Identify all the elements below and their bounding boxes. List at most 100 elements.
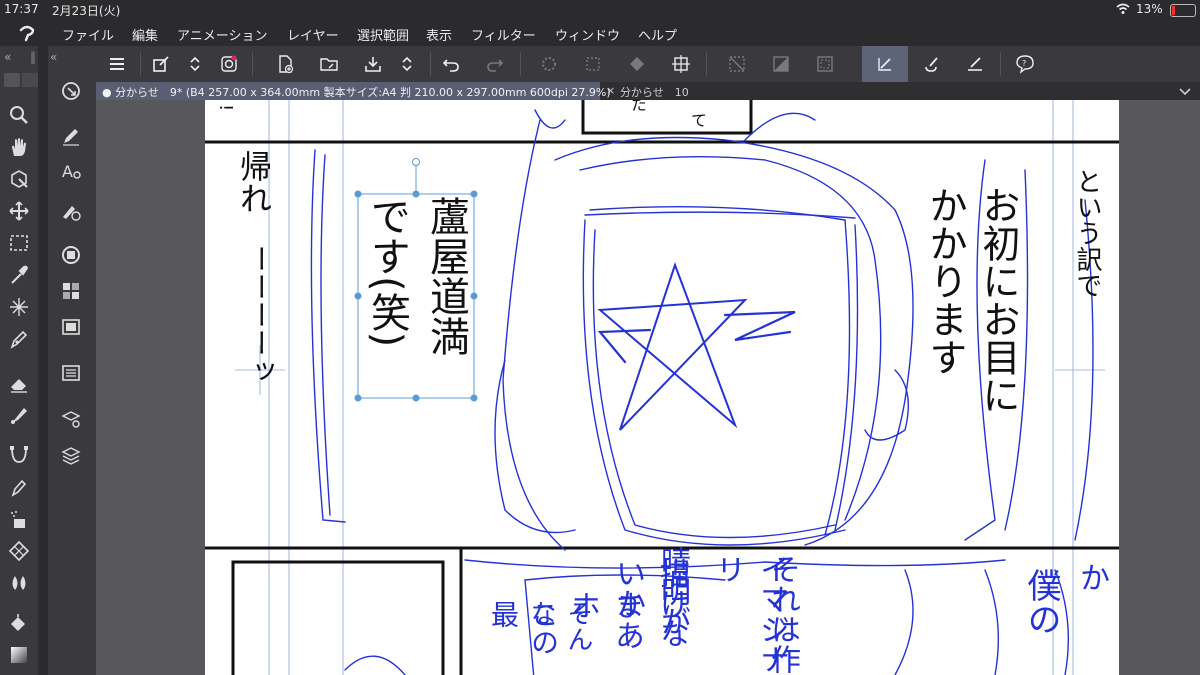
toolbar-divider [706, 52, 707, 76]
menu-filter[interactable]: フィルター [471, 25, 536, 44]
menu-file[interactable]: ファイル [62, 25, 114, 44]
auto-select-tool-icon[interactable] [8, 296, 30, 318]
brush-size-icon[interactable] [60, 124, 82, 146]
svg-text:?: ? [1022, 59, 1026, 68]
zoom-tool-icon[interactable] [8, 104, 30, 126]
command-toolbar: ? [96, 46, 1200, 82]
tab-document-9[interactable]: ● 分からせ 9* (B4 257.00 x 364.00mm 製本サイズ:A4… [96, 82, 611, 100]
app-logo-icon[interactable] [16, 23, 38, 43]
menu-selection[interactable]: 選択範囲 [357, 25, 409, 44]
battery-percent: 13% [1136, 2, 1163, 16]
palette-menu-icon[interactable] [4, 73, 20, 87]
loading-spinner-icon[interactable] [536, 51, 562, 77]
fill-tool-icon[interactable] [8, 612, 30, 634]
brush-ruler-icon[interactable] [918, 51, 944, 77]
save-icon[interactable] [360, 51, 386, 77]
selection-tool-icon[interactable] [8, 232, 30, 254]
canvas-text-ohatsu-1: お初にお目に [976, 186, 1020, 414]
clear-selection-icon[interactable] [580, 51, 606, 77]
blend-tool-icon[interactable] [8, 404, 30, 426]
watercolor-tool-icon[interactable] [8, 572, 30, 594]
collapse-left-icon[interactable]: « [4, 50, 11, 64]
wifi-icon [1116, 3, 1130, 15]
sketch-text-9: 僕の [1021, 568, 1061, 636]
hamburger-menu-icon[interactable] [104, 51, 130, 77]
hand-tool-icon[interactable] [8, 136, 30, 158]
tabs-chevron-down-icon[interactable] [1178, 84, 1192, 98]
menu-window[interactable]: ウィンドウ [555, 25, 620, 44]
canvas-text-kaere: 帰れ [235, 150, 273, 214]
brush-settings-icon[interactable] [60, 200, 82, 222]
pen-tool-icon[interactable] [8, 328, 30, 350]
toolbar-divider [430, 52, 431, 76]
panel-handle-icon[interactable]: ‖ [30, 50, 36, 64]
toolbar-divider [252, 52, 253, 76]
selected-text-col1[interactable]: 蘆屋道満 [419, 196, 473, 356]
hide-outside-icon[interactable] [724, 51, 750, 77]
object-tool-icon[interactable] [8, 168, 30, 190]
svg-text:A: A [62, 162, 73, 181]
layers-icon[interactable] [60, 444, 82, 466]
canvas-text-dash: ーーーーッ [244, 245, 277, 385]
open-folder-icon[interactable] [316, 51, 342, 77]
status-date: 2月23日(火) [52, 4, 121, 18]
status-bar: 17:37 2月23日(火) 13% [0, 0, 1200, 20]
toolbar-divider [1000, 52, 1001, 76]
save-chevron-icon[interactable] [394, 51, 420, 77]
menu-help[interactable]: ヘルプ [638, 25, 677, 44]
fill-selection-icon[interactable] [624, 51, 650, 77]
transform-icon[interactable] [668, 51, 694, 77]
tool-palette: « ‖ [0, 46, 38, 675]
canvas-text-toiu: という訳で [1072, 168, 1102, 298]
color-wheel-icon[interactable] [60, 244, 82, 266]
tab-close-icon[interactable]: × [606, 84, 615, 97]
help-bubble-icon[interactable]: ? [1012, 51, 1038, 77]
selected-text-col2[interactable]: です(笑) [360, 196, 414, 347]
drawing-tool-active-icon[interactable] [862, 46, 908, 82]
navigator-icon[interactable] [60, 80, 82, 102]
text-settings-icon[interactable]: A [60, 160, 82, 182]
new-file-icon[interactable] [272, 51, 298, 77]
canvas-text-ohatsu-2: かかります [923, 186, 967, 376]
menu-bar: ファイル 編集 アニメーション レイヤー 選択範囲 表示 フィルター ウィンドウ… [0, 20, 1200, 46]
ruler-pen-tool-icon[interactable] [8, 476, 30, 498]
command-bar: « A [48, 46, 96, 675]
ruler-snap-icon[interactable] [962, 51, 988, 77]
layer-property-icon[interactable] [60, 408, 82, 430]
gradient-tool-icon[interactable] [8, 644, 30, 666]
up-down-chevron-icon[interactable] [182, 51, 208, 77]
status-time: 17:37 [4, 2, 39, 16]
canvas-text-ta: た [628, 100, 647, 112]
collapse-left2-icon[interactable]: « [50, 50, 57, 64]
undo-icon[interactable] [438, 51, 464, 77]
tab-document-9-label: ● 分からせ 9* (B4 257.00 x 364.00mm 製本サイズ:A4… [102, 86, 611, 99]
toolbar-divider [140, 52, 141, 76]
document-tab-bar: ● 分からせ 9* (B4 257.00 x 364.00mm 製本サイズ:A4… [96, 82, 1200, 100]
decoration-tool-icon[interactable] [8, 540, 30, 562]
figure-tool-icon[interactable] [8, 444, 30, 466]
tab-document-10[interactable]: × 分からせ 10 [602, 82, 712, 100]
clip-studio-icon[interactable] [216, 51, 242, 77]
color-set-icon[interactable] [60, 280, 82, 302]
timeline-icon[interactable] [60, 362, 82, 384]
tab-document-10-label: 分からせ 10 [620, 86, 689, 99]
shrink-selection-icon[interactable] [812, 51, 838, 77]
menu-animation[interactable]: アニメーション [177, 25, 267, 44]
edit-share-icon[interactable] [148, 51, 174, 77]
airbrush-tool-icon[interactable] [8, 508, 30, 530]
pen-tab-icon[interactable] [22, 73, 38, 87]
move-tool-icon[interactable] [8, 200, 30, 222]
eraser-tool-icon[interactable] [8, 372, 30, 394]
eyedropper-tool-icon[interactable] [8, 264, 30, 286]
sketch-text-8: というか [1074, 562, 1119, 652]
redo-icon[interactable] [482, 51, 508, 77]
menu-view[interactable]: 表示 [426, 25, 452, 44]
manga-page[interactable]: ! た て 帰れ ーーーーッ 蘆屋道満 です(笑) お初にお目に かかります と… [205, 100, 1119, 675]
sketch-text-2: イマジナリ [710, 554, 789, 674]
menu-edit[interactable]: 編集 [132, 25, 158, 44]
toolbar-divider [520, 52, 521, 76]
material-icon[interactable] [60, 316, 82, 338]
menu-layer[interactable]: レイヤー [287, 25, 339, 44]
battery-icon [1170, 4, 1196, 17]
invert-selection-icon[interactable] [768, 51, 794, 77]
